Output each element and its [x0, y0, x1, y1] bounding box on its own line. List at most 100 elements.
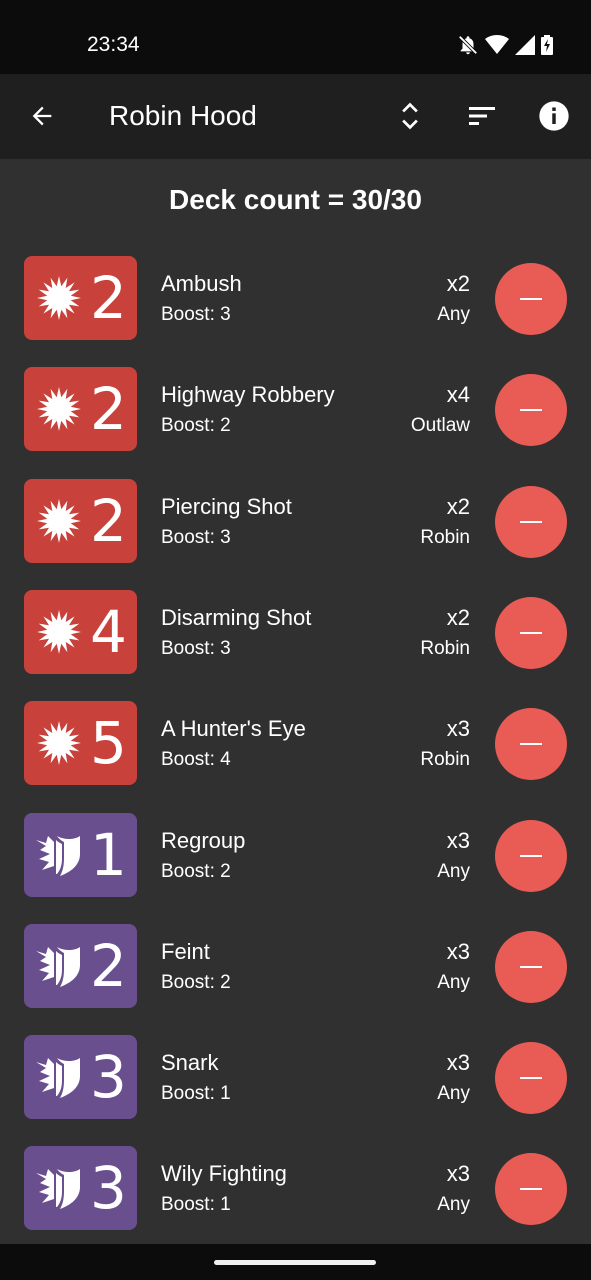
shield-icon [36, 946, 80, 987]
card-row[interactable]: 2 Ambush Boost: 3 x2 Any [0, 243, 591, 354]
remove-card-button[interactable] [495, 819, 567, 892]
card-quantity: x3 [446, 1050, 470, 1076]
minus-icon [520, 298, 542, 300]
card-quantity: x3 [446, 716, 470, 742]
card-quantity: x2 [446, 271, 470, 296]
minus-icon [520, 1077, 542, 1080]
card-row[interactable]: 2 Feint Boost: 2 x3 Any [0, 911, 591, 1022]
burst-icon [37, 387, 81, 432]
burst-icon [37, 721, 81, 766]
status-time: 23:34 [87, 33, 140, 56]
remove-card-button[interactable] [495, 1042, 567, 1115]
card-boost: Boost: 2 [161, 860, 231, 882]
unfold-more-icon [402, 102, 418, 130]
card-character: Any [437, 860, 470, 882]
sort-icon [469, 107, 495, 125]
minus-icon [520, 965, 542, 968]
remove-card-button[interactable] [495, 374, 567, 447]
card-character: Any [437, 1083, 470, 1105]
card-character: Robin [420, 749, 470, 771]
deck-count: Deck count = 30/30 [169, 184, 422, 215]
shield-icon [36, 835, 80, 876]
card-character: Outlaw [410, 415, 470, 437]
card-name: Ambush [161, 271, 242, 296]
card-character: Any [437, 304, 470, 325]
card-row[interactable]: 5 A Hunter's Eye Boost: 4 x3 Robin [0, 688, 591, 799]
shield-icon [36, 1169, 80, 1210]
notifications-off-icon [458, 35, 478, 55]
remove-card-button[interactable] [495, 930, 567, 1003]
card-name: Piercing Shot [161, 493, 292, 519]
card-boost: Boost: 4 [161, 749, 231, 771]
minus-icon [520, 409, 542, 412]
card-quantity: x2 [446, 604, 470, 630]
card-boost: Boost: 1 [161, 1083, 231, 1105]
card-name: A Hunter's Eye [161, 716, 306, 742]
card-name: Highway Robbery [161, 382, 335, 408]
burst-icon [37, 498, 81, 543]
shield-icon [36, 1058, 80, 1099]
remove-card-button[interactable] [495, 596, 567, 669]
card-value: 1 [90, 820, 127, 889]
minus-icon [520, 631, 542, 634]
minus-icon [520, 1188, 542, 1191]
card-row[interactable]: 3 Wily Fighting Boost: 1 x3 Any [0, 1133, 591, 1244]
card-value: 2 [90, 264, 127, 332]
card-quantity: x3 [446, 827, 470, 853]
status-bar: 23:34 [0, 0, 591, 74]
burst-icon [37, 276, 81, 320]
card-name: Snark [161, 1050, 219, 1076]
card-row[interactable]: 2 Piercing Shot Boost: 3 x2 Robin [0, 466, 591, 577]
remove-card-button[interactable] [495, 708, 567, 781]
card-character: Any [437, 971, 470, 993]
card-boost: Boost: 2 [161, 971, 231, 993]
remove-card-button[interactable] [495, 263, 567, 335]
card-boost: Boost: 1 [161, 1194, 231, 1216]
card-boost: Boost: 3 [161, 526, 231, 548]
card-name: Disarming Shot [161, 604, 312, 630]
card-value: 2 [90, 486, 127, 555]
back-button[interactable] [24, 96, 60, 136]
card-character: Any [437, 1194, 470, 1216]
wifi-icon [485, 35, 509, 54]
defense-card-badge: 3 [24, 1146, 137, 1231]
attack-card-badge: 5 [24, 701, 137, 786]
minus-icon [520, 854, 542, 857]
card-character: Robin [420, 637, 470, 659]
card-name: Wily Fighting [161, 1161, 287, 1187]
card-name: Feint [161, 938, 210, 964]
arrow-back-icon [32, 106, 52, 126]
cell-signal-icon [515, 35, 535, 55]
navigation-bar [0, 1244, 591, 1280]
home-gesture-handle[interactable] [214, 1260, 376, 1265]
card-quantity: x2 [446, 493, 470, 519]
remove-card-button[interactable] [495, 1153, 567, 1226]
card-value: 2 [90, 375, 127, 444]
minus-icon [520, 743, 542, 746]
sort-button[interactable] [462, 96, 502, 136]
card-row[interactable]: 3 Snark Boost: 1 x3 Any [0, 1022, 591, 1133]
defense-card-badge: 2 [24, 923, 137, 1008]
expand-collapse-button[interactable] [390, 96, 430, 136]
page-title: Robin Hood [109, 100, 257, 131]
burst-icon [37, 609, 81, 654]
remove-card-button[interactable] [495, 485, 567, 558]
card-row[interactable]: 4 Disarming Shot Boost: 3 x2 Robin [0, 577, 591, 688]
card-value: 3 [90, 1043, 127, 1112]
card-row[interactable]: 1 Regroup Boost: 2 x3 Any [0, 800, 591, 911]
card-character: Robin [420, 526, 470, 548]
card-boost: Boost: 3 [161, 637, 231, 659]
attack-card-badge: 2 [24, 256, 137, 340]
card-row[interactable]: 2 Highway Robbery Boost: 2 x4 Outlaw [0, 354, 591, 465]
card-quantity: x3 [446, 938, 470, 964]
info-icon [539, 101, 569, 131]
card-quantity: x4 [446, 382, 470, 408]
defense-card-badge: 1 [24, 812, 137, 897]
battery-icon [541, 35, 553, 55]
attack-card-badge: 2 [24, 478, 137, 563]
card-value: 5 [90, 709, 127, 778]
card-boost: Boost: 3 [161, 304, 231, 325]
attack-card-badge: 4 [24, 589, 137, 674]
card-value: 3 [90, 1154, 127, 1223]
info-button[interactable] [534, 96, 574, 136]
